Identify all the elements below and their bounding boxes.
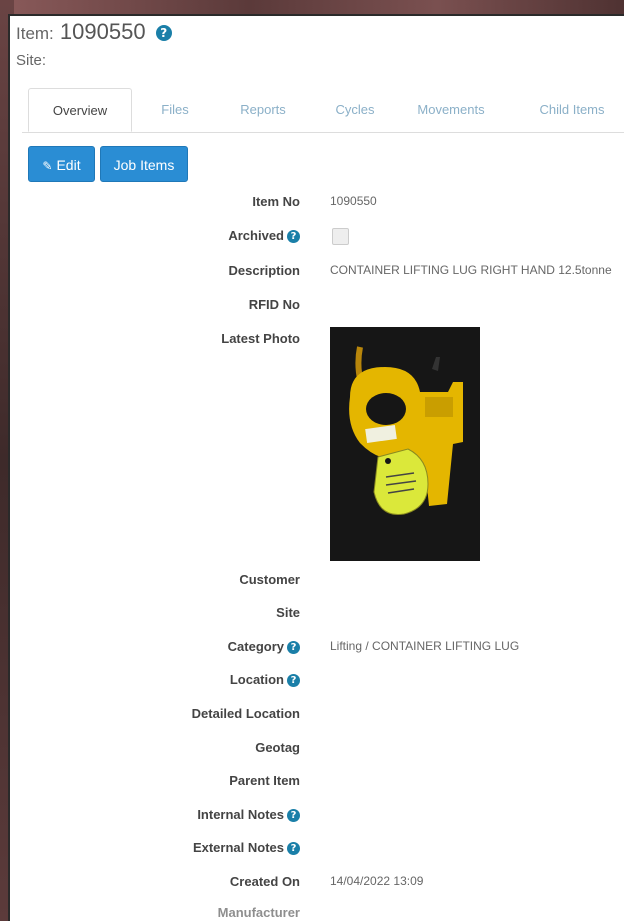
field-label: Location? (229, 672, 300, 688)
help-icon[interactable]: ? (287, 674, 300, 688)
field-latest-photo: Latest Photo (10, 331, 624, 351)
field-location: Location? (10, 672, 624, 692)
field-rfid-no: RFID No (10, 297, 624, 317)
tab-child-items[interactable]: Child Items (522, 88, 622, 132)
field-parent-item: Parent Item (10, 773, 624, 793)
job-items-button[interactable]: Job Items (100, 146, 188, 182)
field-label-text: Location (229, 672, 284, 687)
field-label: Description (228, 263, 300, 278)
field-label-text: Category (227, 639, 284, 654)
field-site: Site (10, 605, 624, 625)
help-icon[interactable]: ? (155, 25, 172, 41)
tab-files[interactable]: Files (140, 88, 210, 132)
help-icon[interactable]: ? (287, 641, 300, 655)
field-label: Customer (239, 572, 300, 587)
field-label: Item No (252, 194, 300, 209)
field-value: 14/04/2022 13:09 (330, 874, 424, 888)
field-label: Manufacturer (217, 905, 300, 920)
field-value: CONTAINER LIFTING LUG RIGHT HAND 12.5ton… (330, 263, 612, 277)
item-number: 1090550 (59, 19, 146, 44)
field-customer: Customer (10, 572, 624, 592)
field-label-text: Internal Notes (197, 807, 284, 822)
lifting-lug-photo (330, 327, 480, 561)
field-label-text: Archived (228, 228, 284, 243)
field-label: Geotag (255, 740, 300, 755)
tab-reports[interactable]: Reports (220, 88, 306, 132)
background-top (0, 0, 624, 14)
field-category: Category? Lifting / CONTAINER LIFTING LU… (10, 639, 624, 659)
tab-cycles[interactable]: Cycles (318, 88, 392, 132)
item-panel: Item: 1090550 ? Site: Overview Files Rep… (8, 14, 624, 921)
item-label: Item: (16, 24, 54, 43)
latest-photo-image[interactable] (330, 327, 480, 561)
field-manufacturer: Manufacturer (10, 905, 624, 921)
item-header: Item: 1090550 ? Site: (16, 18, 172, 69)
field-label: Site (276, 605, 300, 620)
field-label: Created On (229, 874, 300, 889)
field-label: Archived? (228, 228, 300, 244)
archived-checkbox[interactable] (332, 228, 349, 245)
field-label: External Notes? (192, 840, 300, 856)
field-label: Internal Notes? (197, 807, 300, 823)
field-description: Description CONTAINER LIFTING LUG RIGHT … (10, 263, 624, 283)
pencil-icon: ✎ (42, 159, 53, 173)
field-label: Parent Item (229, 773, 300, 788)
field-label: RFID No (248, 297, 300, 312)
field-value: 1090550 (330, 194, 377, 208)
field-internal-notes: Internal Notes? (10, 807, 624, 827)
site-label: Site: (16, 52, 47, 69)
field-geotag: Geotag (10, 740, 624, 760)
field-external-notes: External Notes? (10, 840, 624, 860)
tab-overview[interactable]: Overview (28, 88, 132, 132)
field-archived: Archived? (10, 228, 624, 248)
field-created-on: Created On 14/04/2022 13:09 (10, 874, 624, 894)
help-icon[interactable]: ? (287, 842, 300, 856)
field-label: Detailed Location (191, 706, 300, 721)
page-title: Item: 1090550 ? (16, 18, 172, 48)
field-label: Latest Photo (221, 331, 300, 346)
help-icon[interactable]: ? (287, 809, 300, 823)
field-label: Category? (227, 639, 300, 655)
tab-bar: Overview Files Reports Cycles Movements … (22, 88, 624, 133)
edit-button[interactable]: ✎ Edit (28, 146, 95, 182)
tab-movements[interactable]: Movements (396, 88, 506, 132)
field-item-no: Item No 1090550 (10, 194, 624, 214)
edit-button-label: Edit (56, 157, 81, 173)
help-icon[interactable]: ? (287, 230, 300, 244)
field-label-text: External Notes (192, 840, 284, 855)
field-detailed-location: Detailed Location (10, 706, 624, 726)
field-value: Lifting / CONTAINER LIFTING LUG (330, 639, 520, 653)
